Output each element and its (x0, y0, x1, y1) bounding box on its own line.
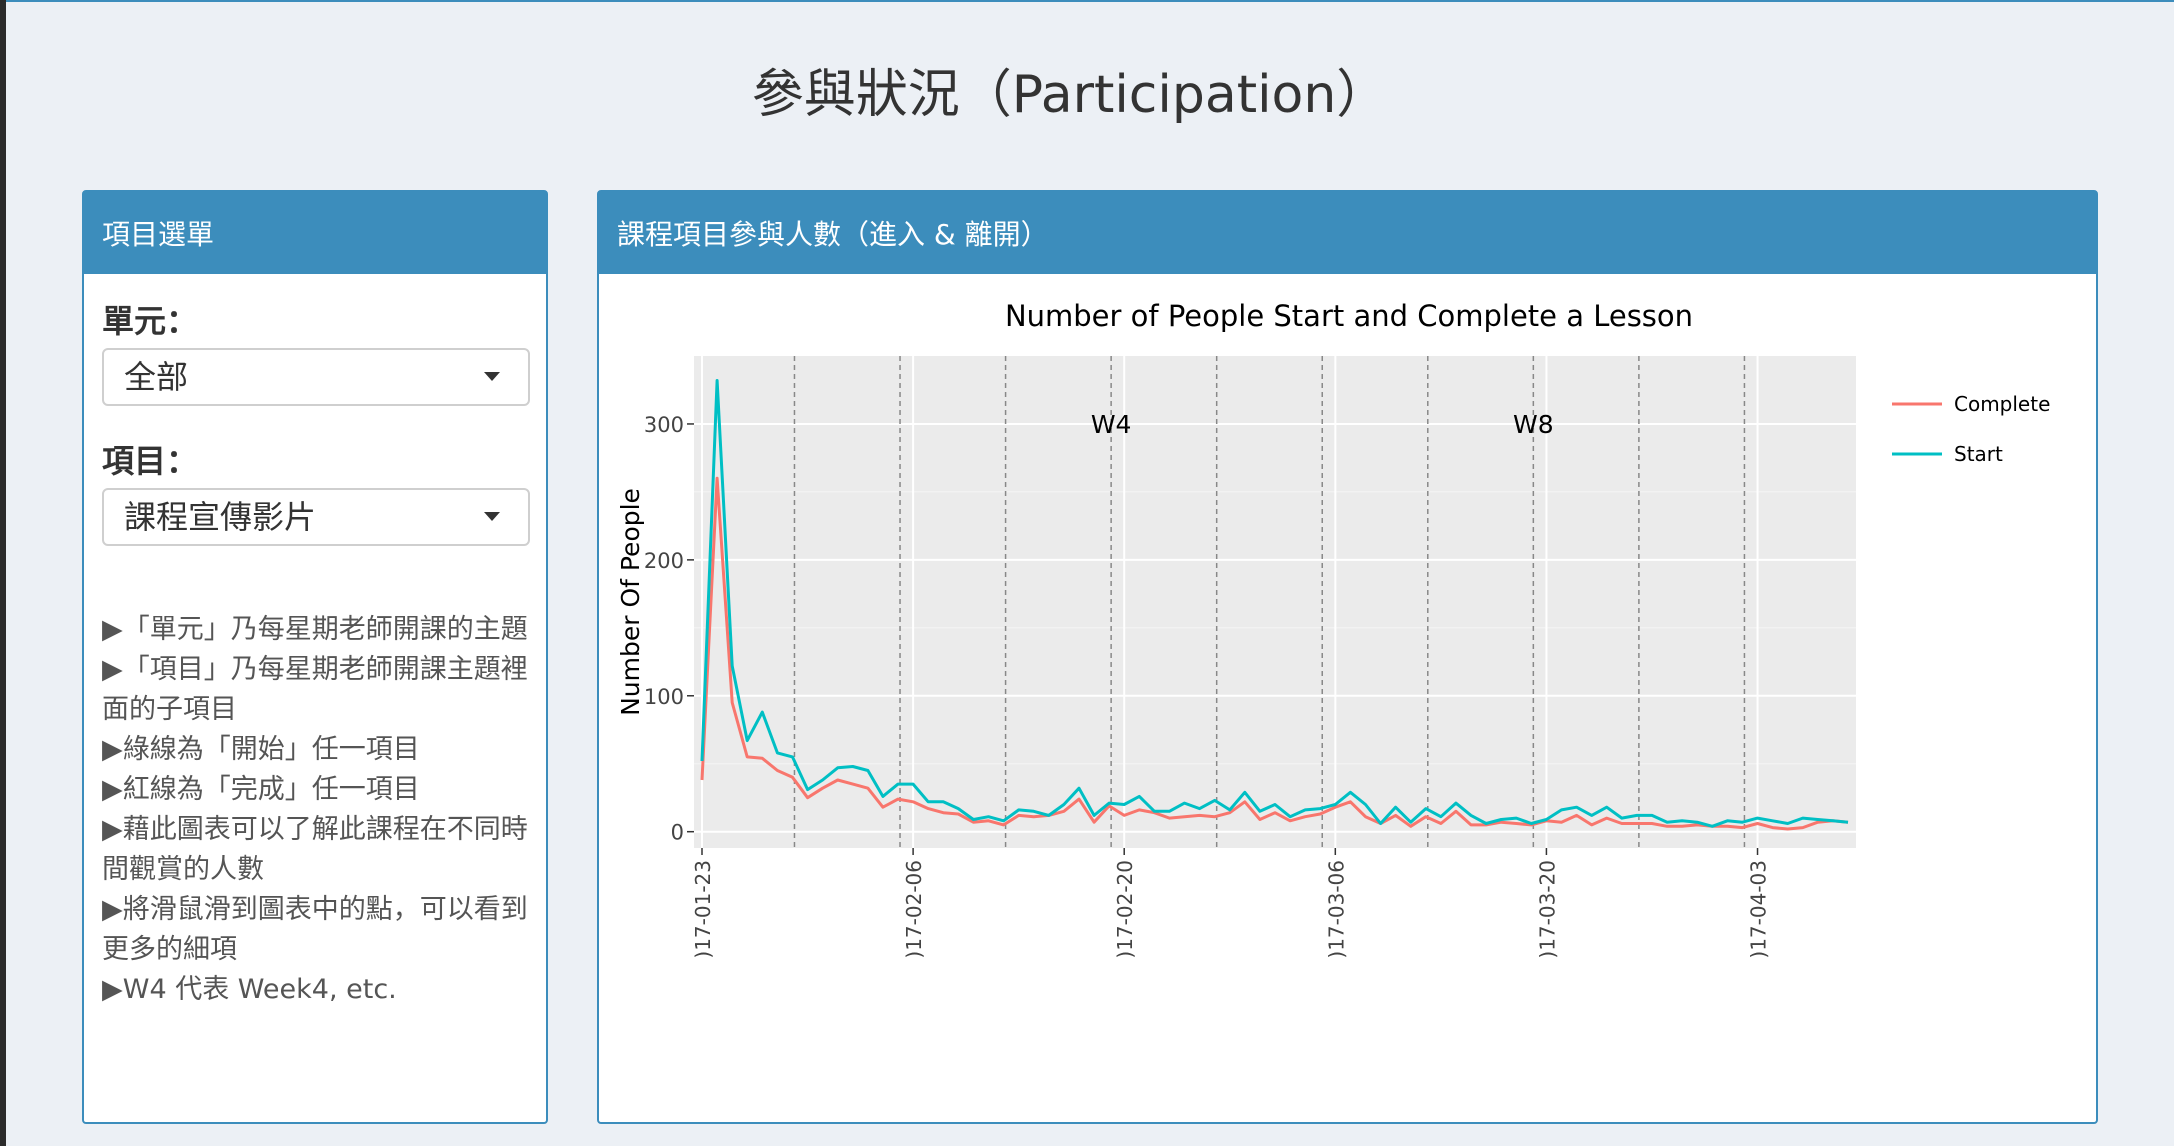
y-axis-label: Number Of People (616, 488, 645, 716)
plot-background (694, 356, 1856, 848)
week-annotation: W4 (1091, 410, 1132, 439)
chevron-down-icon (484, 372, 500, 381)
item-select[interactable]: 課程宣傳影片 (102, 488, 530, 546)
unit-select[interactable]: 全部 (102, 348, 530, 406)
x-tick-label: )17-01-23 (691, 860, 715, 959)
item-select-value: 課程宣傳影片 (124, 498, 317, 536)
help-note: ▶藉此圖表可以了解此課程在不同時間觀賞的人數 (102, 814, 528, 885)
page-title: 參與狀況（Participation） (751, 65, 1389, 125)
help-note: ▶「單元」乃每星期老師開課的主題 (102, 614, 528, 645)
menu-panel-header: 項目選單 (84, 192, 546, 274)
help-note: ▶紅線為「完成」任一項目 (102, 774, 420, 805)
unit-select-value: 全部 (124, 358, 189, 396)
chart-panel-header: 課程項目參與人數（進入 & 離開） (599, 192, 2096, 274)
participation-line-chart[interactable]: Number of People Start and Complete a Le… (599, 274, 2096, 1114)
legend-label-complete: Complete (1954, 392, 2050, 416)
chart-panel: 課程項目參與人數（進入 & 離開） Number of People Start… (597, 190, 2098, 1124)
x-tick-label: )17-04-03 (1747, 860, 1771, 959)
window-top-border (0, 0, 2174, 2)
x-tick-label: )17-03-06 (1324, 860, 1348, 959)
unit-label: 單元： (102, 302, 199, 340)
y-tick-label: 300 (644, 413, 684, 437)
x-tick-label: )17-03-20 (1535, 860, 1559, 959)
x-tick-label: )17-02-06 (902, 860, 926, 959)
help-notes: ▶「單元」乃每星期老師開課的主題 ▶「項目」乃每星期老師開課主題裡面的子項目 ▶… (102, 610, 532, 1010)
y-tick-label: 200 (644, 549, 684, 573)
week-annotation: W8 (1513, 410, 1554, 439)
chart-title: Number of People Start and Complete a Le… (1005, 299, 1693, 333)
menu-panel: 項目選單 單元： 全部 項目： 課程宣傳影片 ▶「單元」乃每星期老師開課的主題 … (82, 190, 548, 1124)
item-label: 項目： (102, 442, 199, 480)
x-tick-label: )17-02-20 (1113, 860, 1137, 959)
y-tick-label: 100 (644, 685, 684, 709)
chevron-down-icon (484, 512, 500, 521)
window-left-edge (0, 0, 6, 1146)
help-note: ▶W4 代表 Week4, etc. (102, 974, 397, 1005)
legend-label-start: Start (1954, 442, 2003, 466)
help-note: ▶將滑鼠滑到圖表中的點，可以看到更多的細項 (102, 894, 528, 965)
help-note: ▶綠線為「開始」任一項目 (102, 734, 420, 765)
help-note: ▶「項目」乃每星期老師開課主題裡面的子項目 (102, 654, 528, 725)
y-tick-label: 0 (671, 821, 684, 845)
